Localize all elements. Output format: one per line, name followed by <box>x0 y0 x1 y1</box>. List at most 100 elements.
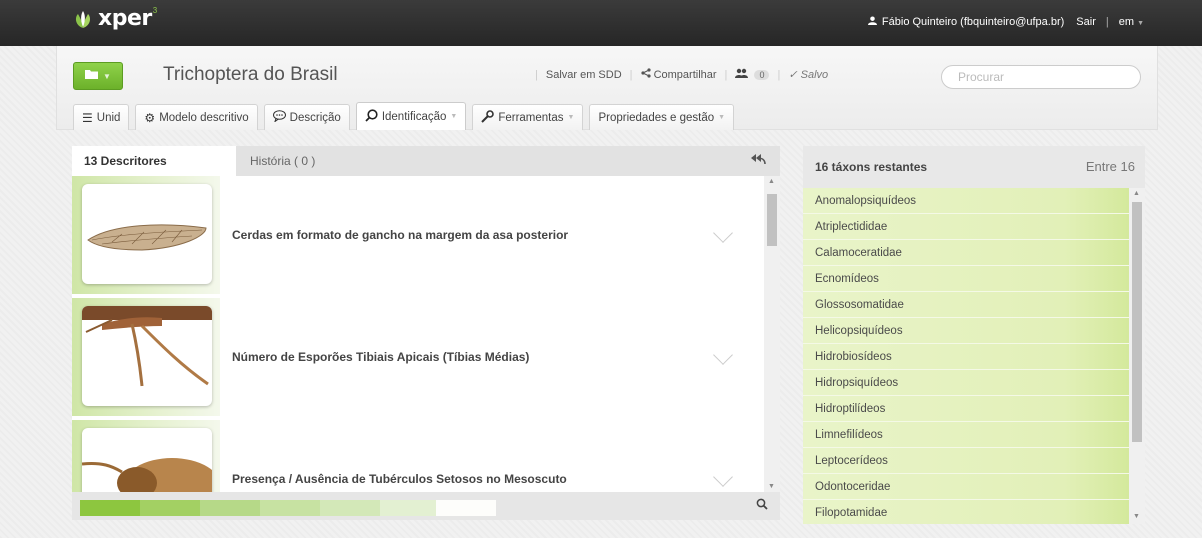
taxa-header: 16 táxons restantes Entre 16 <box>803 146 1145 188</box>
share-button[interactable]: Compartilhar <box>640 68 717 81</box>
wing-image[interactable] <box>82 184 212 284</box>
progress-segment <box>436 500 496 516</box>
list-icon: ☰ <box>82 110 93 125</box>
progress-segment <box>200 500 260 516</box>
tab-label: Unid <box>96 111 121 124</box>
search-input[interactable] <box>941 65 1141 89</box>
progress-segment <box>260 500 320 516</box>
remaining-taxa-panel: 16 táxons restantes Entre 16 Anomalopsiq… <box>803 146 1145 524</box>
taxon-item[interactable]: Odontoceridae <box>803 474 1129 500</box>
taxon-item[interactable]: Leptocerídeos <box>803 448 1129 474</box>
scroll-down-icon[interactable]: ▼ <box>768 483 775 490</box>
user-icon <box>867 16 877 28</box>
descriptor-list: Cerdas em formato de gancho na margem da… <box>72 176 764 492</box>
save-sdd-button[interactable]: Salvar em SDD <box>546 69 622 81</box>
chevron-down-icon: ▼ <box>450 113 458 120</box>
tab-propriedades-gestao[interactable]: Propriedades e gestão ▼ <box>589 104 735 130</box>
taxon-item[interactable]: Ecnomídeos <box>803 266 1129 292</box>
top-bar: xper 3 Fábio Quinteiro (fbquinteiro@ufpa… <box>0 0 1202 46</box>
taxon-item[interactable]: Calamoceratidae <box>803 240 1129 266</box>
taxon-item[interactable]: Hidropsiquídeos <box>803 370 1129 396</box>
descriptor-thumb-area <box>72 298 220 416</box>
wrench-icon <box>481 109 495 126</box>
language-dropdown[interactable]: em ▼ <box>1119 16 1144 28</box>
leaf-icon <box>72 8 94 30</box>
chevron-down-icon: ▼ <box>1137 20 1144 27</box>
share-icon <box>640 68 654 81</box>
scroll-up-icon[interactable]: ▲ <box>768 178 775 185</box>
folder-menu-button[interactable]: ▼ <box>73 62 123 90</box>
tab-identificacao[interactable]: Identificação ▼ <box>355 102 467 130</box>
check-icon: ✓ <box>788 69 798 81</box>
taxa-list: Anomalopsiquídeos Atriplectididae Calamoce… <box>803 188 1129 524</box>
descriptor-scrollbar[interactable]: ▲ ▼ <box>764 176 780 492</box>
logout-link[interactable]: Sair <box>1076 16 1096 28</box>
taxa-count: Entre 16 <box>1085 159 1135 174</box>
tibia-image[interactable] <box>82 306 212 406</box>
taxon-item[interactable]: Anomalopsiquídeos <box>803 188 1129 214</box>
progress-segment <box>380 500 436 516</box>
tab-modelo-descritivo[interactable]: ⚙ Modelo descritivo <box>135 104 258 130</box>
tab-unid[interactable]: ☰ Unid <box>73 104 130 130</box>
divider: | <box>777 68 781 81</box>
tab-label: Modelo descritivo <box>159 111 249 124</box>
xper-logo[interactable]: xper 3 <box>72 6 157 31</box>
tab-descriptors[interactable]: 13 Descritores <box>72 146 236 176</box>
descriptors-panel: 13 Descritores História ( 0 ) Cerdas em … <box>72 146 780 520</box>
users-button[interactable]: 0 <box>735 68 770 81</box>
main-tabs: ☰ Unid ⚙ Modelo descritivo Descrição Ide… <box>73 102 740 130</box>
descriptor-thumb-area <box>72 176 220 294</box>
descriptor-row[interactable]: Cerdas em formato de gancho na margem da… <box>72 176 764 294</box>
magnifier-icon[interactable] <box>756 498 768 513</box>
divider: | <box>724 68 728 81</box>
scrollbar-thumb[interactable] <box>767 194 777 246</box>
logo-text: xper <box>98 6 152 31</box>
scrollbar-thumb[interactable] <box>1132 202 1142 442</box>
scroll-down-icon[interactable]: ▼ <box>1133 513 1140 520</box>
project-actions: | Salvar em SDD | Compartilhar | 0 | ✓ S… <box>527 68 828 81</box>
taxon-item[interactable]: Atriplectididae <box>803 214 1129 240</box>
search-icon <box>365 108 378 125</box>
taxa-title: 16 táxons restantes <box>815 160 928 174</box>
scroll-up-icon[interactable]: ▲ <box>1133 190 1140 197</box>
comment-icon <box>272 110 286 125</box>
descriptor-row[interactable]: Número de Esporões Tibiais Apicais (Tíbi… <box>72 298 764 416</box>
descriptor-label: Número de Esporões Tibiais Apicais (Tíbi… <box>220 298 764 416</box>
tab-label: Identificação <box>381 110 447 123</box>
descriptor-label: Presença / Ausência de Tubérculos Setoso… <box>220 420 764 492</box>
taxon-item[interactable]: Hidrobiosídeos <box>803 344 1129 370</box>
undo-all-icon[interactable] <box>750 153 766 168</box>
descriptor-thumb-area <box>72 420 220 492</box>
saved-label: Salvo <box>800 69 829 81</box>
user-name-link[interactable]: Fábio Quinteiro (fbquinteiro@ufpa.br) <box>882 16 1064 28</box>
taxon-item[interactable]: Glossosomatidae <box>803 292 1129 318</box>
descriptor-row[interactable]: Presença / Ausência de Tubérculos Setoso… <box>72 420 764 492</box>
progress-segment <box>80 500 140 516</box>
chevron-down-icon: ▼ <box>718 114 726 121</box>
taxon-item[interactable]: Filopotamidae <box>803 500 1129 524</box>
divider: | <box>1105 16 1109 28</box>
taxon-item[interactable]: Limnefilídeos <box>803 422 1129 448</box>
divider: | <box>535 68 538 81</box>
progress-segment <box>320 500 380 516</box>
project-header: ▼ Trichoptera do Brasil | Salvar em SDD … <box>56 46 1158 130</box>
logo-version: 3 <box>152 6 158 15</box>
share-label: Compartilhar <box>653 69 717 81</box>
tab-label: Ferramentas <box>498 111 564 124</box>
tab-label: Descrição <box>289 111 341 124</box>
identification-progress-bar <box>72 492 780 520</box>
divider: | <box>629 68 633 81</box>
descriptors-tabs: 13 Descritores História ( 0 ) <box>72 146 780 176</box>
taxon-item[interactable]: Helicopsiquídeos <box>803 318 1129 344</box>
user-bar: Fábio Quinteiro (fbquinteiro@ufpa.br) Sa… <box>867 16 1144 28</box>
descriptor-label: Cerdas em formato de gancho na margem da… <box>220 176 764 294</box>
tab-descricao[interactable]: Descrição <box>263 104 350 130</box>
mesoscutum-image[interactable] <box>82 428 212 492</box>
taxa-scrollbar[interactable]: ▲ ▼ <box>1129 188 1145 524</box>
chevron-down-icon: ▼ <box>103 71 111 81</box>
tab-history[interactable]: História ( 0 ) <box>250 146 315 176</box>
tab-ferramentas[interactable]: Ferramentas ▼ <box>472 104 584 130</box>
taxon-item[interactable]: Hidroptilídeos <box>803 396 1129 422</box>
progress-segment <box>140 500 200 516</box>
users-icon <box>735 68 751 81</box>
